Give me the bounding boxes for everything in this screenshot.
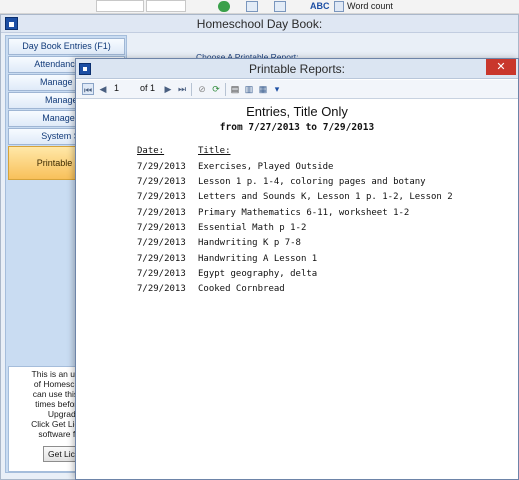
- style-gallery-item[interactable]: [146, 0, 186, 12]
- toolbar-separator: [225, 83, 226, 96]
- style-gallery[interactable]: [96, 0, 144, 12]
- row-date: 7/29/2013: [137, 238, 186, 248]
- row-title: Lesson 1 p. 1-4, coloring pages and bota…: [198, 177, 426, 187]
- spelling-abc-icon[interactable]: ABC: [310, 1, 330, 12]
- page-number-input[interactable]: 1: [111, 82, 139, 96]
- row-date: 7/29/2013: [137, 177, 186, 187]
- main-titlebar: Homeschool Day Book:: [1, 15, 518, 33]
- row-date: 7/29/2013: [137, 162, 186, 172]
- row-date: 7/29/2013: [137, 269, 186, 279]
- shape-icon[interactable]: [274, 1, 286, 12]
- title-column-header: Title:: [198, 146, 231, 156]
- dialog-title: Printable Reports:: [248, 62, 346, 76]
- sidebar-item-day-book-entries[interactable]: Day Book Entries (F1): [8, 38, 125, 55]
- row-date: 7/29/2013: [137, 208, 186, 218]
- print-icon[interactable]: ▤: [229, 83, 241, 95]
- globe-icon[interactable]: [218, 1, 230, 12]
- row-date: 7/29/2013: [137, 223, 186, 233]
- report-page: Entries, Title Only from 7/27/2013 to 7/…: [76, 100, 518, 479]
- page-setup-icon[interactable]: ▦: [257, 83, 269, 95]
- toolbar-separator: [191, 83, 192, 96]
- row-title: Exercises, Played Outside: [198, 162, 334, 172]
- word-ribbon: ABC Word count: [0, 0, 519, 14]
- print-layout-icon[interactable]: ▥: [243, 83, 255, 95]
- first-page-icon[interactable]: ⏮: [82, 83, 94, 95]
- report-title: Entries, Title Only: [246, 104, 348, 119]
- last-page-icon[interactable]: ⏭: [176, 83, 188, 95]
- refresh-icon[interactable]: ⟳: [210, 83, 222, 95]
- report-date-range: from 7/27/2013 to 7/29/2013: [219, 122, 375, 133]
- row-date: 7/29/2013: [137, 254, 186, 264]
- date-column-header: Date:: [137, 146, 165, 156]
- row-date: 7/29/2013: [137, 284, 186, 294]
- row-title: Handwriting A Lesson 1: [198, 254, 318, 264]
- close-button[interactable]: ✕: [486, 59, 516, 75]
- dialog-titlebar: Printable Reports: ✕: [76, 59, 518, 79]
- main-window-title: Homeschool Day Book:: [196, 17, 323, 31]
- row-title: Primary Mathematics 6-11, worksheet 1-2: [198, 208, 410, 218]
- row-title: Handwriting K p 7-8: [198, 238, 301, 248]
- row-title: Cooked Cornbread: [198, 284, 285, 294]
- word-count-icon: [334, 1, 344, 12]
- row-title: Essential Math p 1-2: [198, 223, 307, 233]
- printable-reports-dialog: Printable Reports: ✕ ⏮ ◀ 1 of 1 ▶ ⏭ ⊘ ⟳ …: [75, 58, 519, 480]
- picture-icon[interactable]: [246, 1, 258, 12]
- row-title: Letters and Sounds K, Lesson 1 p. 1-2, L…: [198, 192, 453, 202]
- page-count-label: of 1: [140, 83, 156, 93]
- row-date: 7/29/2013: [137, 192, 186, 202]
- stop-icon[interactable]: ⊘: [196, 83, 208, 95]
- export-icon[interactable]: ▾: [271, 83, 283, 95]
- word-count-button[interactable]: Word count: [347, 1, 393, 12]
- row-title: Egypt geography, delta: [198, 269, 318, 279]
- report-toolbar: ⏮ ◀ 1 of 1 ▶ ⏭ ⊘ ⟳ ▤ ▥ ▦ ▾: [76, 80, 518, 99]
- previous-page-icon[interactable]: ◀: [97, 83, 109, 95]
- screen: ABC Word count Homeschool Day Book: Day …: [0, 0, 519, 480]
- next-page-icon[interactable]: ▶: [162, 83, 174, 95]
